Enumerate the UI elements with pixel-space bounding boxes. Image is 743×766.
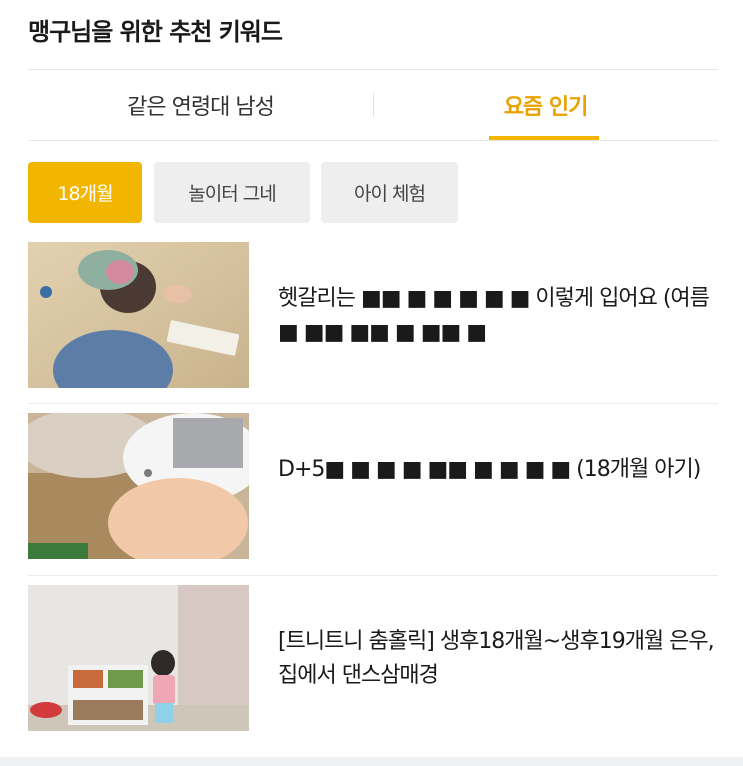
list-divider — [28, 403, 718, 404]
chip-kid-experience[interactable]: 아이 체험 — [321, 162, 458, 223]
active-tab-indicator — [489, 136, 599, 140]
tab-popular[interactable]: 요즘 인기 — [373, 70, 718, 140]
chip-18-months[interactable]: 18개월 — [28, 162, 142, 223]
list-item[interactable]: [트니트니 춤홀릭] 생후18개월~생후19개월 은우, 집에서 댄스삼매경 — [28, 585, 718, 745]
keyword-tabs: 같은 연령대 남성 요즘 인기 — [28, 69, 718, 141]
post-thumbnail — [28, 413, 249, 559]
post-title: 헷갈리는 ■■ ■ ■ ■ ■ ■ 이렇게 입어요 (여름 ■ ■■ ■■ ■ … — [278, 286, 710, 345]
list-item[interactable]: D+5■ ■ ■ ■ ■■ ■ ■ ■ ■ (18개월 아기) — [28, 413, 718, 573]
section-title: 맹구님을 위한 추천 키워드 — [28, 18, 283, 46]
post-thumbnail — [28, 585, 249, 731]
post-thumbnail — [28, 242, 249, 388]
chip-playground-swing[interactable]: 놀이터 그네 — [154, 162, 310, 223]
tab-same-age-male[interactable]: 같은 연령대 남성 — [28, 70, 373, 140]
post-title: D+5■ ■ ■ ■ ■■ ■ ■ ■ ■ (18개월 아기) — [278, 457, 701, 482]
post-title: [트니트니 춤홀릭] 생후18개월~생후19개월 은우, 집에서 댄스삼매경 — [278, 629, 715, 688]
list-item[interactable]: 헷갈리는 ■■ ■ ■ ■ ■ ■ 이렇게 입어요 (여름 ■ ■■ ■■ ■ … — [28, 242, 718, 402]
list-divider — [28, 575, 718, 576]
bottom-divider-strip — [0, 757, 743, 766]
